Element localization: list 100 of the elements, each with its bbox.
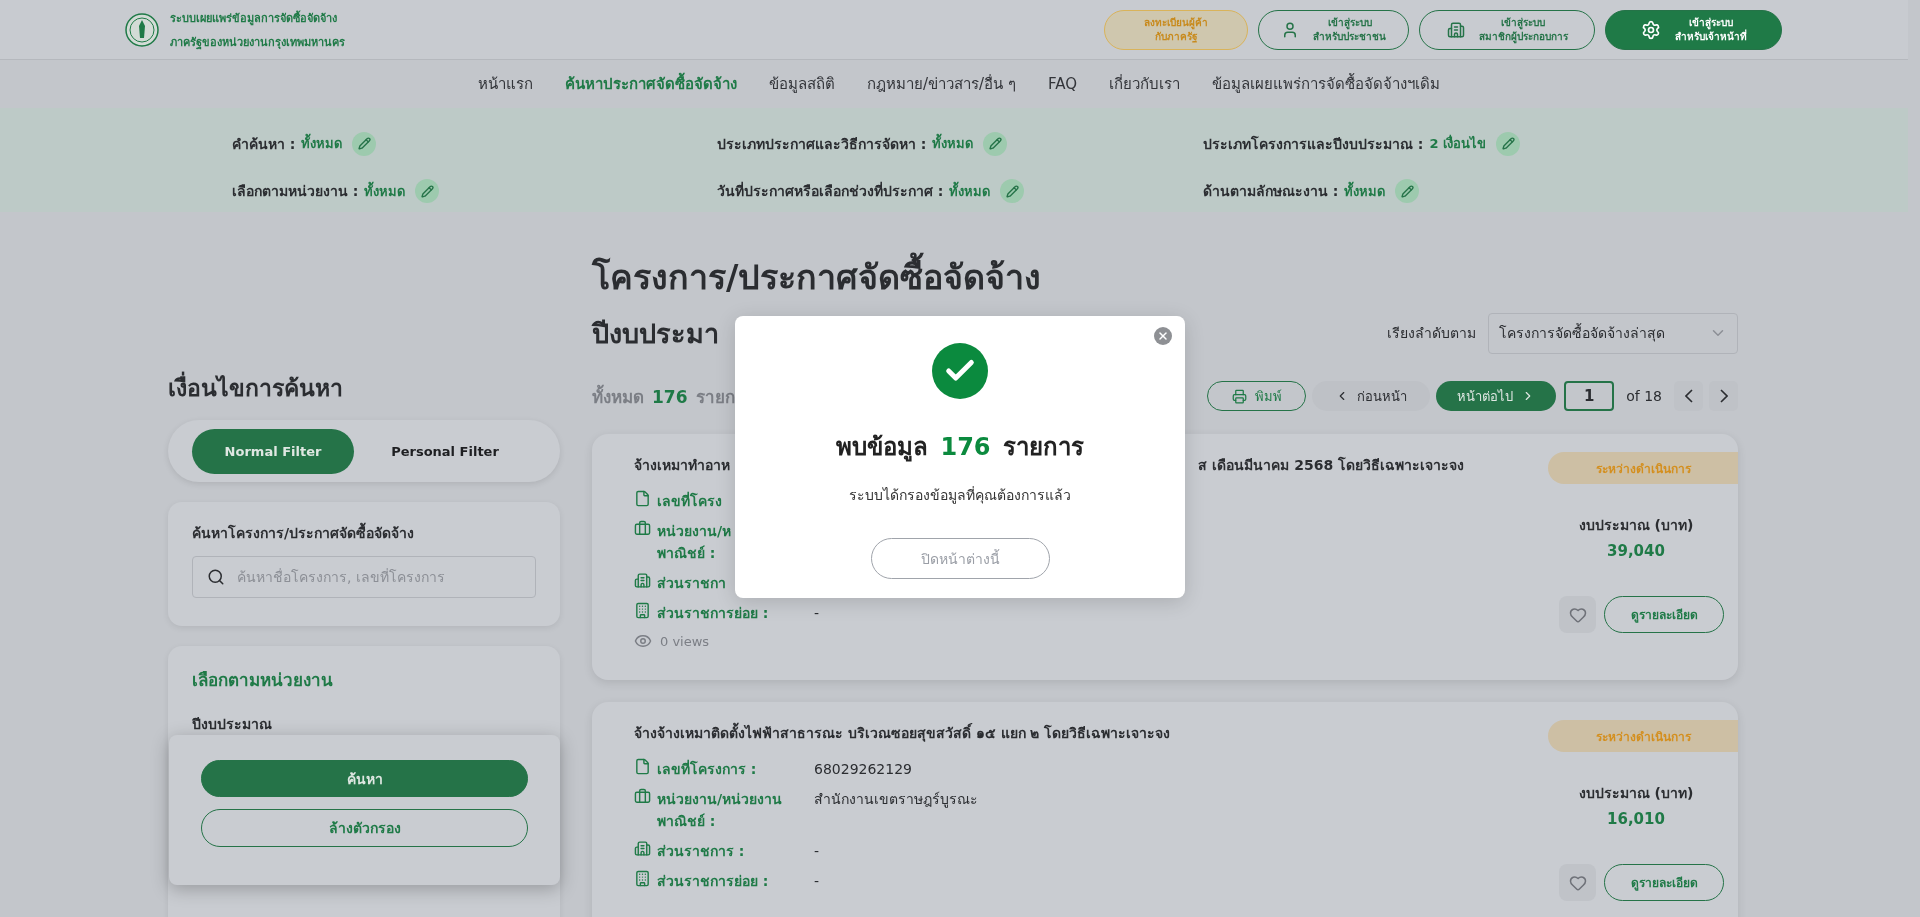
- eye-icon: [634, 632, 652, 650]
- budget-label: งบประมาณ (บาท): [1578, 784, 1695, 803]
- filter-label: ประเภทโครงการและปีงบประมาณ :: [1203, 134, 1424, 154]
- page-input[interactable]: 1: [1564, 381, 1615, 411]
- filter-label: ด้านตามลักษณะงาน :: [1203, 182, 1339, 201]
- pencil-icon: [1501, 137, 1515, 150]
- dialog-message: ระบบได้กรองข้อมูลที่คุณต้องการแล้ว: [849, 485, 1071, 506]
- field-label: ส่วนราชการย่อย :: [657, 872, 769, 891]
- filter-label: คำค้นหา :: [232, 134, 296, 154]
- building-icon: [1446, 20, 1465, 39]
- field-label: ส่วนราชกา: [657, 574, 726, 593]
- nav-link[interactable]: กฎหมาย/ข่าวสาร/อื่น ๆ: [867, 72, 1016, 96]
- edit-button[interactable]: [415, 179, 440, 203]
- chevron-right-icon: [1719, 389, 1728, 403]
- budget-amount: 16,010: [1607, 810, 1666, 828]
- filter-label: เลือกตามหน่วยงาน :: [232, 182, 359, 201]
- view-count: 0 views: [660, 633, 710, 649]
- nav-link[interactable]: หน้าแรก: [478, 72, 533, 96]
- nav-link[interactable]: ข้อมูลสถิติ: [769, 72, 835, 96]
- pencil-icon: [1401, 184, 1414, 198]
- field-value: -: [814, 842, 821, 861]
- field-label: ส่วนราชการ :: [657, 842, 745, 861]
- close-icon: [1157, 330, 1169, 342]
- search-field[interactable]: ค้นหาชื่อโครงการ, เลขที่โครงการ: [192, 556, 536, 598]
- site-title: ระบบเผยแพร่ข้อมูลการจัดซื้อจัดจ้าง: [170, 9, 338, 27]
- count-label: รายก: [695, 386, 735, 407]
- section-title: ปีงบประมา: [592, 316, 719, 351]
- chevron-left-icon: [1684, 389, 1693, 403]
- favorite-button[interactable]: [1559, 864, 1596, 901]
- close-dialog-button[interactable]: ปิดหน้าต่างนี้: [870, 538, 1050, 579]
- status-badge: ระหว่างดำเนินการ: [1548, 720, 1738, 752]
- building-icon: [634, 870, 651, 887]
- heart-icon: [1568, 605, 1587, 624]
- filter-value: ทั้งหมด: [932, 133, 974, 154]
- close-button[interactable]: [1154, 327, 1172, 345]
- briefcase-icon: [634, 520, 651, 537]
- login-button[interactable]: เข้าสู่ระบบ สำหรับเจ้าหน้าที่: [1605, 9, 1782, 50]
- filter-value: ทั้งหมด: [949, 180, 991, 201]
- field-value: 68029262129: [814, 760, 913, 779]
- filter-value: ทั้งหมด: [301, 133, 343, 154]
- heart-icon: [1568, 873, 1587, 892]
- budget-amount: 39,040: [1607, 542, 1666, 560]
- filter-value: ทั้งหมด: [364, 180, 406, 201]
- field-label: เลขที่โครง: [657, 490, 722, 511]
- next-page-button[interactable]: [1709, 381, 1738, 411]
- filter-tab[interactable]: Personal Filter: [364, 428, 526, 474]
- sort-select[interactable]: โครงการจัดซื้อจัดจ้างล่าสุด: [1488, 312, 1738, 354]
- field-label: ปีงบประมาณ: [192, 715, 273, 734]
- user-icon: [1281, 20, 1299, 39]
- field-value: -: [814, 604, 821, 623]
- nav-link[interactable]: ค้นหาประกาศจัดซื้อจัดจ้าง: [565, 72, 737, 96]
- nav-link[interactable]: FAQ: [1047, 75, 1077, 93]
- nav-link[interactable]: เกี่ยวกับเรา: [1108, 72, 1180, 96]
- emblem-logo: [124, 11, 160, 48]
- edit-button[interactable]: [1496, 131, 1521, 156]
- field-label: หน่วยงาน/หน่วยงาน พาณิชย์ :: [657, 790, 783, 831]
- sort-label: เรียงลำดับตาม: [1387, 324, 1476, 343]
- edit-button[interactable]: [352, 131, 377, 156]
- field-label: เลขที่โครงการ :: [657, 758, 757, 779]
- project-title: ส เดือนมีนาคม 2568 โดยวิธีเฉพาะเจาะจง: [1198, 455, 1464, 475]
- search-icon: [207, 568, 225, 586]
- document-icon: [634, 758, 651, 775]
- sidebar-title: เงื่อนไขการค้นหา: [168, 370, 560, 400]
- search-label: ค้นหาโครงการ/ประกาศจัดซื้อจัดจ้าง: [192, 522, 536, 544]
- edit-button[interactable]: [1395, 179, 1420, 203]
- next-button[interactable]: หน้าต่อไป: [1436, 381, 1557, 411]
- status-badge: ระหว่างดำเนินการ: [1548, 452, 1738, 484]
- briefcase-icon: [634, 788, 651, 805]
- search-input[interactable]: ค้นหาชื่อโครงการ, เลขที่โครงการ: [235, 568, 521, 586]
- filter-label: วันที่ประกาศหรือเลือกช่วงที่ประกาศ :: [717, 180, 944, 201]
- prev-page-button[interactable]: [1674, 381, 1703, 411]
- nav-link[interactable]: ข้อมูลเผยแพร่การจัดซื้อจัดจ้างฯเดิม: [1211, 72, 1440, 96]
- project-title: จ้างจ้างเหมาติดตั้งไฟฟ้าสาธารณะ บริเวณซอยสุขสวัสดิ์ ๑๕ แยก ๒ โดยวิธีเฉพาะเจาะจง: [634, 722, 1171, 744]
- field-label: ส่วนราชการย่อย :: [657, 604, 769, 623]
- search-button[interactable]: ค้นหา: [201, 760, 528, 797]
- settings-icon: [1640, 19, 1661, 40]
- pencil-icon: [421, 184, 434, 198]
- field-label: หน่วยงาน/ห พาณิชย์ :: [657, 522, 732, 563]
- building-icon: [634, 840, 651, 857]
- result-count: 176: [652, 386, 688, 407]
- field-value: สำนักงานเขตราษฎร์บูรณะ: [814, 790, 979, 810]
- edit-button[interactable]: [1000, 179, 1025, 203]
- building-icon: [634, 572, 651, 589]
- previous-button[interactable]: ก่อนหน้า: [1312, 381, 1431, 411]
- edit-button[interactable]: [983, 131, 1008, 156]
- site-title: ภาครัฐของหน่วยงานกรุงเทพมหานคร: [170, 34, 345, 51]
- page-total: of 18: [1626, 388, 1662, 404]
- filter-tab[interactable]: Normal Filter: [192, 428, 354, 474]
- section-title: เลือกตามหน่วยงาน: [192, 669, 334, 692]
- building-icon: [634, 602, 651, 619]
- pencil-icon: [358, 137, 371, 150]
- budget-label: งบประมาณ (บาท): [1578, 516, 1695, 535]
- project-title: จ้างเหมาทำอาห: [634, 456, 730, 475]
- count-label: ทั้งหมด: [592, 386, 644, 407]
- dialog-title: พบข้อมูล 176 รายการ: [836, 432, 1084, 464]
- filter-value: 2 เงื่อนไข: [1429, 133, 1487, 153]
- filter-label: ประเภทประกาศและวิธีการจัดหา :: [717, 134, 927, 154]
- filter-value: ทั้งหมด: [1344, 180, 1386, 201]
- pencil-icon: [989, 137, 1002, 150]
- favorite-button[interactable]: [1559, 596, 1596, 633]
